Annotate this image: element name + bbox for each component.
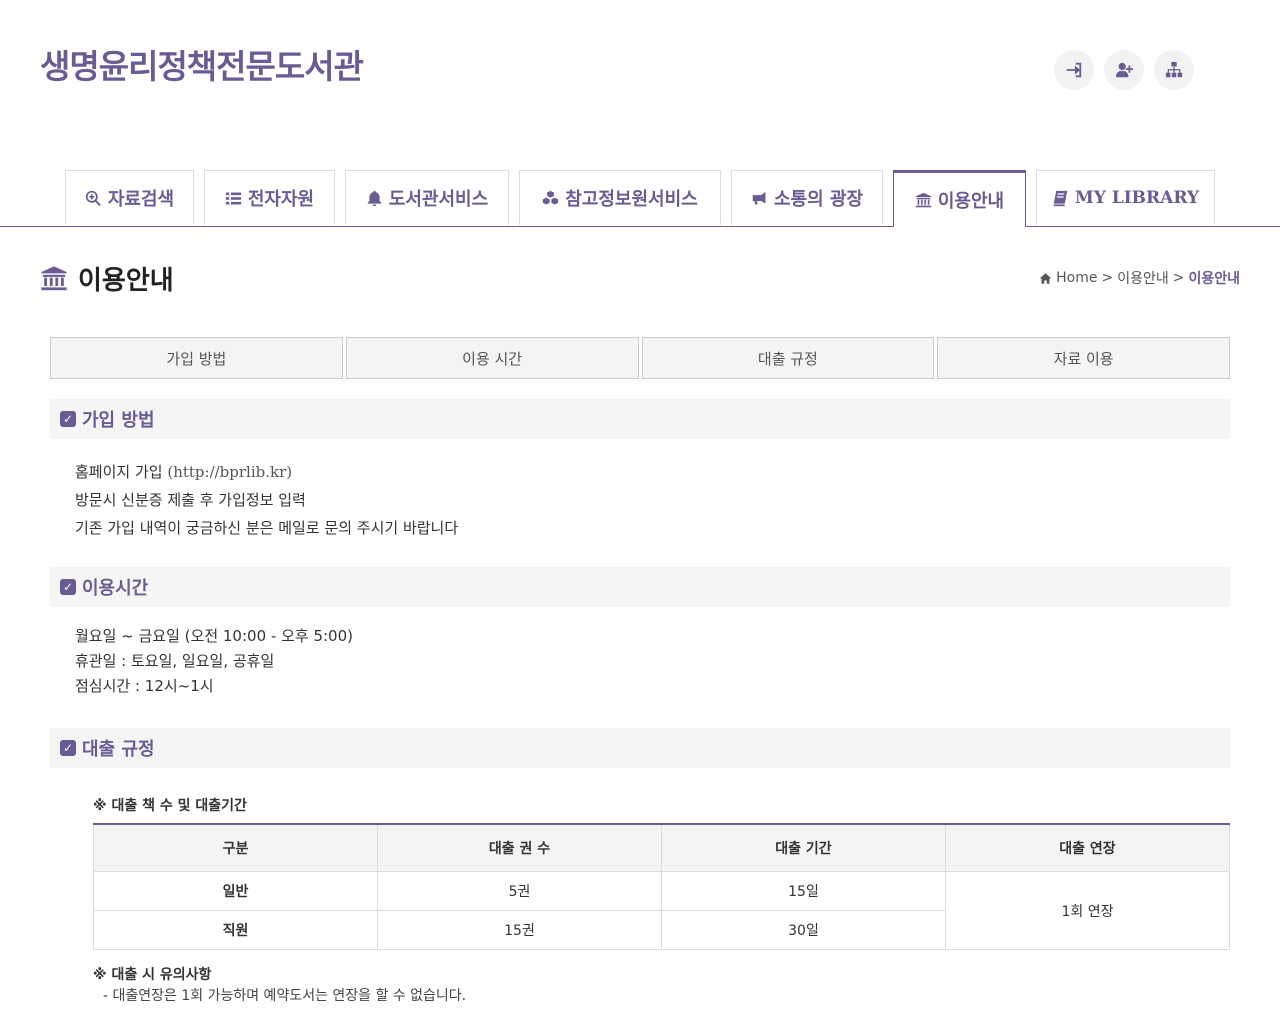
tab-label: 소통의 광장 — [773, 189, 864, 210]
tab-label: 전자자원 — [247, 189, 315, 210]
sitemap-button[interactable] — [1154, 50, 1194, 90]
check-square-icon: ✓ — [60, 740, 76, 756]
loan-rules-table: 구분 대출 권 수 대출 기간 대출 연장 일반 5권 15일 1회 연장 직원… — [93, 823, 1230, 950]
institution-icon — [41, 265, 67, 290]
section-title: 이용시간 — [82, 578, 149, 599]
table-header-row: 구분 대출 권 수 대출 기간 대출 연장 — [93, 823, 1230, 872]
tab-label: 참고정보원서비스 — [565, 189, 698, 210]
tab-library-service[interactable]: 도서관서비스 — [345, 170, 509, 225]
tab-my-library[interactable]: MY LIBRARY — [1036, 170, 1215, 225]
table-row: 일반 5권 15일 1회 연장 — [93, 871, 1230, 950]
breadcrumb-separator: > — [1101, 270, 1114, 286]
tab-label: MY LIBRARY — [1074, 188, 1200, 208]
page-title: 이용안내 — [40, 260, 174, 297]
book-icon — [1053, 190, 1068, 206]
check-square-icon: ✓ — [60, 411, 76, 427]
hours-line: 점심시간 : 12시~1시 — [75, 677, 214, 695]
login-icon — [1066, 62, 1082, 78]
subtab-resources[interactable]: 자료 이용 — [937, 337, 1230, 379]
loan-note: - 대출연장은 1회 가능하며 예약도서는 연장을 할 수 없습니다. — [103, 988, 467, 1004]
subtab-join[interactable]: 가입 방법 — [50, 337, 343, 379]
section-hours-header: ✓ 이용시간 — [50, 567, 1230, 607]
table-cell-count: 5권 — [377, 871, 662, 911]
table-cell-period: 30일 — [661, 910, 946, 950]
breadcrumb-separator: > — [1172, 270, 1185, 286]
section-join-body: 홈페이지 가입 (http://bprlib.kr) 방문시 신분증 제출 후 … — [75, 458, 458, 542]
breadcrumb-current: 이용안내 — [1188, 271, 1240, 287]
section-loan-header: ✓ 대출 규정 — [50, 728, 1230, 768]
table-header: 대출 기간 — [661, 823, 946, 872]
subtab-loan-rules[interactable]: 대출 규정 — [641, 337, 935, 379]
hours-line: 휴관일 : 토요일, 일요일, 공휴일 — [75, 652, 275, 670]
table-cell-extension: 1회 연장 — [945, 871, 1230, 950]
tab-search[interactable]: 자료검색 — [65, 170, 194, 225]
check-square-icon: ✓ — [60, 579, 76, 595]
top-utility-icons — [1054, 50, 1194, 90]
loan-table-caption: ※ 대출 책 수 및 대출기간 — [93, 798, 247, 814]
page-title-text: 이용안내 — [78, 266, 174, 296]
home-icon — [1039, 272, 1052, 284]
table-cell-type: 직원 — [93, 910, 378, 950]
hours-line: 월요일 ~ 금요일 (오전 10:00 - 오후 5:00) — [75, 627, 353, 645]
tab-community[interactable]: 소통의 광장 — [731, 170, 883, 225]
tab-reference-service[interactable]: 참고정보원서비스 — [519, 170, 721, 225]
cubes-icon — [543, 190, 559, 204]
breadcrumb-parent[interactable]: 이용안내 — [1117, 268, 1169, 288]
table-header: 대출 연장 — [945, 823, 1230, 872]
table-header: 대출 권 수 — [377, 823, 662, 872]
table-cell-count: 15권 — [377, 910, 662, 950]
loan-notes-title: ※ 대출 시 유의사항 — [93, 967, 212, 983]
site-logo[interactable]: 생명윤리정책전문도서관 — [40, 40, 364, 88]
sub-tabs: 가입 방법 이용 시간 대출 규정 자료 이용 — [50, 337, 1230, 379]
search-plus-icon — [85, 190, 101, 206]
join-line-text: 홈페이지 가입 — [75, 463, 168, 481]
join-icon — [1115, 62, 1133, 78]
tab-usage-guide[interactable]: 이용안내 — [893, 170, 1026, 227]
table-cell-type: 일반 — [93, 871, 378, 911]
section-title: 대출 규정 — [82, 739, 155, 760]
bell-icon — [367, 190, 382, 206]
main-navigation: 자료검색 전자자원 도서관서비스 참고정보원서비스 소통의 광장 이용안내 MY… — [65, 170, 1225, 227]
join-line: 홈페이지 가입 (http://bprlib.kr) — [75, 458, 458, 486]
table-cell-period: 15일 — [661, 871, 946, 911]
login-button[interactable] — [1054, 50, 1094, 90]
join-line: 방문시 신분증 제출 후 가입정보 입력 — [75, 491, 306, 509]
tab-label: 자료검색 — [107, 189, 175, 210]
tab-label: 도서관서비스 — [388, 189, 489, 210]
section-hours-body: 월요일 ~ 금요일 (오전 10:00 - 오후 5:00) 휴관일 : 토요일… — [75, 624, 353, 699]
breadcrumb-home[interactable]: Home — [1056, 270, 1097, 286]
tab-label: 이용안내 — [937, 191, 1005, 212]
table-header: 구분 — [93, 823, 378, 872]
join-button[interactable] — [1104, 50, 1144, 90]
section-title: 가입 방법 — [82, 410, 155, 431]
tab-e-resources[interactable]: 전자자원 — [204, 170, 335, 225]
breadcrumb: Home > 이용안내 > 이용안내 — [1039, 268, 1240, 288]
bullhorn-icon — [752, 191, 766, 204]
institution-icon — [915, 192, 932, 207]
join-line: 기존 가입 내역이 궁금하신 분은 메일로 문의 주시기 바랍니다 — [75, 519, 459, 537]
subtab-hours[interactable]: 이용 시간 — [345, 337, 639, 379]
list-icon — [225, 192, 242, 204]
section-join-header: ✓ 가입 방법 — [50, 399, 1230, 439]
sitemap-icon — [1165, 61, 1183, 78]
homepage-url[interactable]: (http://bprlib.kr) — [167, 463, 292, 481]
